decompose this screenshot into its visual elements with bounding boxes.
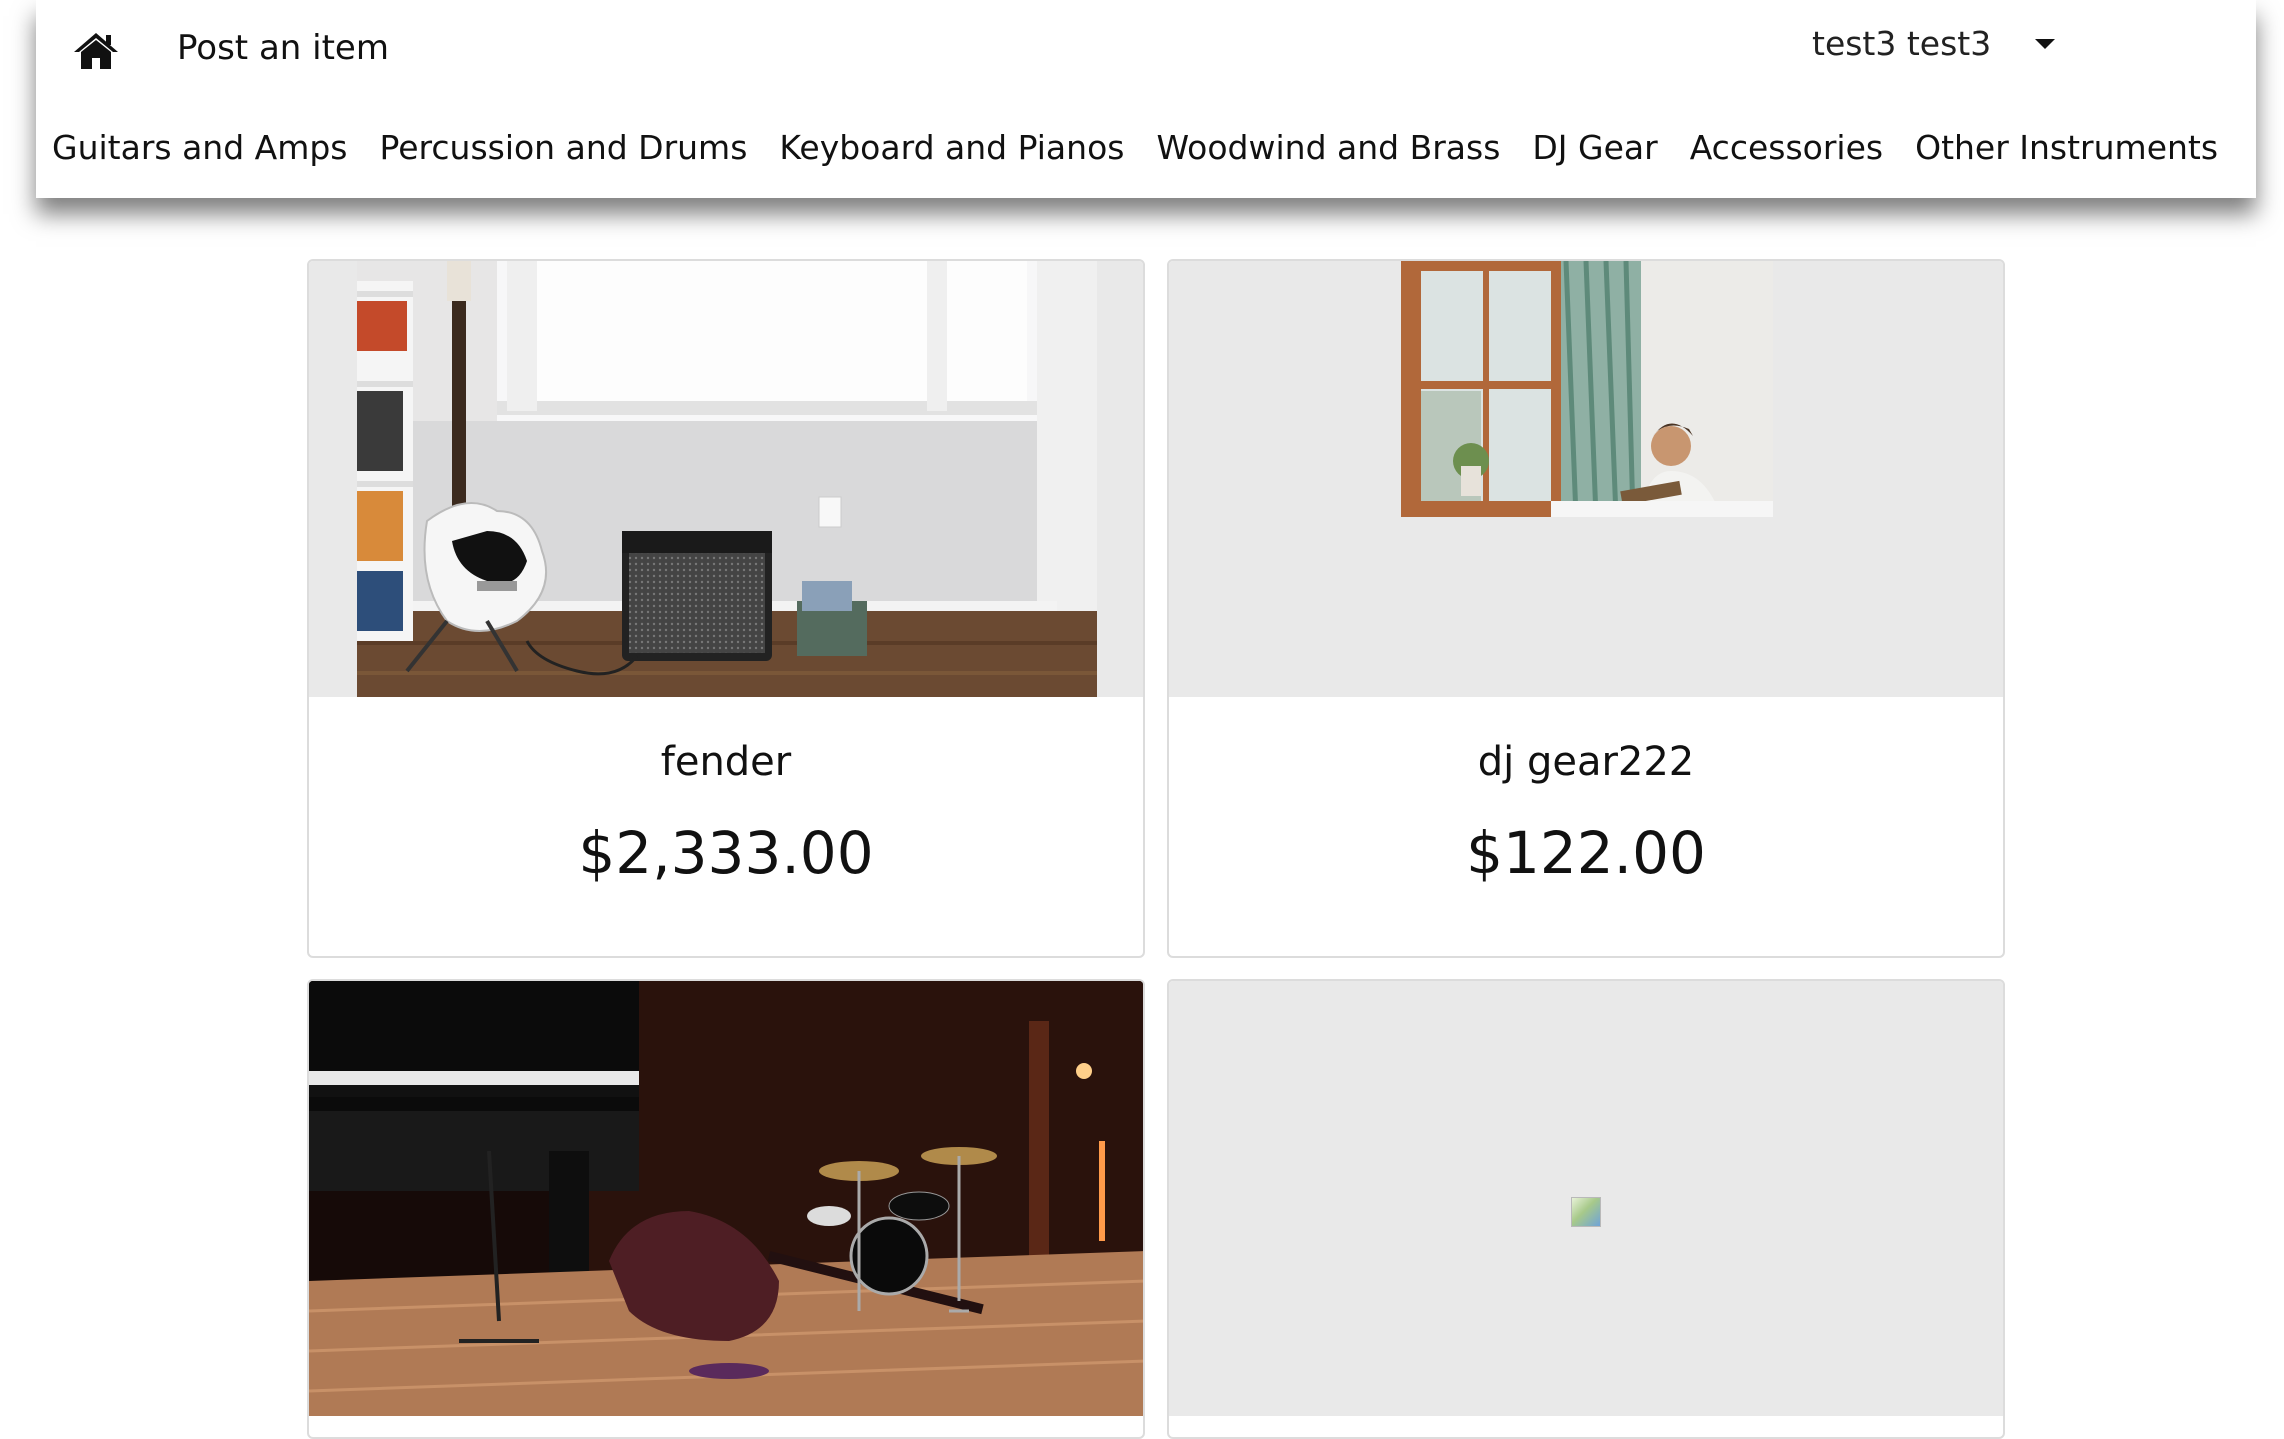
category-keyboard-and-pianos[interactable]: Keyboard and Pianos (779, 128, 1124, 167)
guitarist-by-window-photo (1401, 261, 1773, 517)
top-navbar: Post an item test3 test3 Guitars and Amp… (36, 0, 2256, 198)
stage-instruments-photo (309, 981, 1143, 1416)
user-menu-dropdown[interactable]: test3 test3 (1812, 24, 2056, 63)
caret-down-icon (2035, 38, 2056, 49)
category-dj-gear[interactable]: DJ Gear (1532, 128, 1657, 167)
category-nav: Guitars and Amps Percussion and Drums Ke… (52, 128, 2250, 167)
listing-image[interactable] (1169, 261, 2003, 697)
listing-card[interactable]: fender $2,333.00 (307, 259, 1145, 958)
category-accessories[interactable]: Accessories (1690, 128, 1883, 167)
listing-card[interactable] (1167, 979, 2005, 1439)
home-button[interactable] (66, 24, 126, 78)
listing-image[interactable] (309, 981, 1143, 1416)
category-woodwind-and-brass[interactable]: Woodwind and Brass (1156, 128, 1500, 167)
bass-and-amp-photo (357, 261, 1097, 697)
user-name: test3 test3 (1812, 24, 1992, 63)
broken-image-icon (1571, 1197, 1601, 1227)
category-other-instruments[interactable]: Other Instruments (1915, 128, 2218, 167)
post-item-link[interactable]: Post an item (177, 28, 389, 68)
category-percussion-and-drums[interactable]: Percussion and Drums (380, 128, 748, 167)
listing-price: $122.00 (1466, 819, 1706, 887)
listing-card[interactable]: dj gear222 $122.00 (1167, 259, 2005, 958)
listing-title[interactable]: fender (309, 739, 1143, 785)
home-icon (74, 33, 118, 69)
listing-price: $2,333.00 (578, 819, 874, 887)
listing-image[interactable] (1169, 981, 2003, 1416)
listing-title[interactable]: dj gear222 (1169, 739, 2003, 785)
category-guitars-and-amps[interactable]: Guitars and Amps (52, 128, 348, 167)
listing-card[interactable] (307, 979, 1145, 1439)
listing-image[interactable] (309, 261, 1143, 697)
